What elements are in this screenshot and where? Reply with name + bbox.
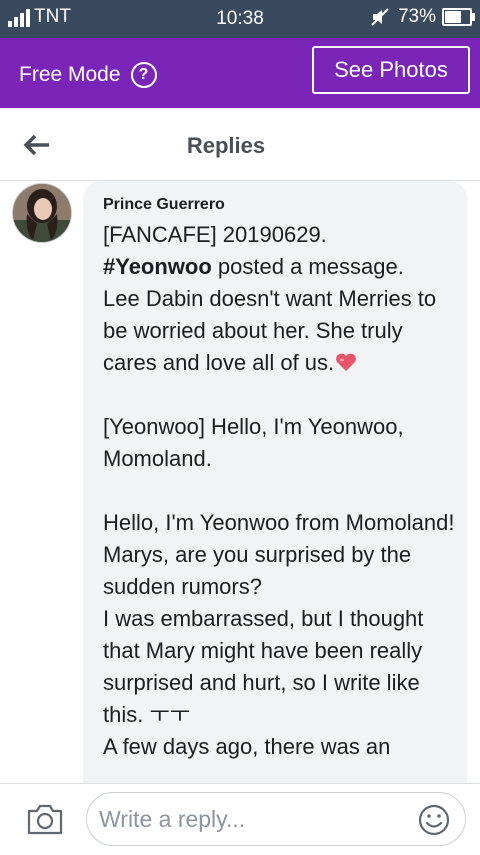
- reply-bar: [0, 783, 480, 855]
- free-mode-indicator[interactable]: Free Mode ?: [19, 62, 157, 88]
- comment-line: Hello, I'm Yeonwoo from Momoland!: [103, 510, 455, 535]
- comment-line: Marys, are you surprised by the sudden r…: [103, 542, 412, 599]
- comment-line-text: Lee Dabin doesn't want Merries to be wor…: [103, 286, 437, 375]
- comment-thread: Prince Guerrero [FANCAFE] 20190629. #Yeo…: [0, 181, 480, 783]
- comment-line: [FANCAFE] 20190629.: [103, 222, 327, 247]
- avatar[interactable]: [12, 183, 72, 243]
- comment-line: #Yeonwoo posted a message.: [103, 251, 455, 283]
- heart-icon: [336, 353, 357, 371]
- status-bar: TNT 10:38 73%: [0, 0, 480, 38]
- comment-bubble[interactable]: Prince Guerrero [FANCAFE] 20190629. #Yeo…: [83, 181, 467, 783]
- mute-icon: [371, 8, 389, 26]
- comment-line-rest: posted a message.: [211, 254, 404, 279]
- free-mode-bar: Free Mode ? See Photos: [0, 38, 480, 108]
- status-right: 73%: [370, 6, 475, 28]
- help-icon[interactable]: ?: [130, 62, 157, 88]
- battery-icon: [442, 8, 475, 26]
- page-title: Replies: [186, 133, 266, 158]
- emoji-icon[interactable]: [417, 803, 451, 837]
- comment-body: [FANCAFE] 20190629. #Yeonwoo posted a me…: [103, 219, 455, 763]
- reply-input[interactable]: [99, 803, 399, 835]
- comment-line: A few days ago, there was an: [103, 734, 391, 759]
- see-photos-button[interactable]: See Photos: [312, 46, 470, 94]
- comment-line: [Yeonwoo] Hello, I'm Yeonwoo, Momoland.: [103, 414, 404, 471]
- hashtag-link[interactable]: #Yeonwoo: [103, 254, 212, 279]
- comment-author[interactable]: Prince Guerrero: [103, 196, 225, 214]
- replies-header: Replies: [0, 108, 480, 181]
- comment-line: Lee Dabin doesn't want Merries to be wor…: [103, 283, 455, 379]
- camera-icon[interactable]: [26, 802, 64, 836]
- reply-field[interactable]: [86, 792, 466, 846]
- free-mode-label: Free Mode: [19, 63, 121, 86]
- battery-percent: 73%: [397, 6, 436, 27]
- comment-line: I was embarrassed, but I thought that Ma…: [103, 606, 424, 727]
